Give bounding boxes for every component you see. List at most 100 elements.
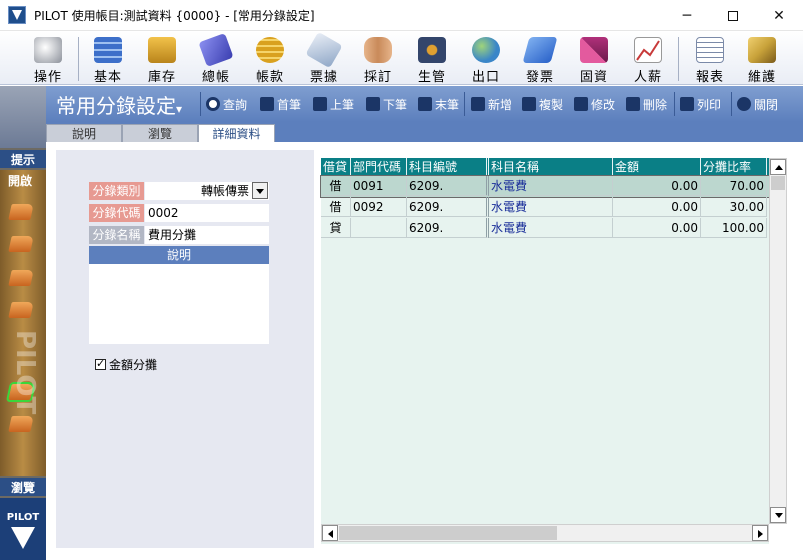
toolbar-item-assets[interactable]: 固資 <box>568 35 620 85</box>
grid-header-cell[interactable]: 部門代碼 <box>351 158 407 176</box>
nav-hint-header[interactable]: 提示 <box>0 150 46 168</box>
cell-account-name[interactable]: 水電費 <box>489 218 613 238</box>
toolbar-item-ledger[interactable]: 總帳 <box>190 32 242 85</box>
prev-record-button[interactable]: 上筆 <box>313 95 354 113</box>
next-record-label: 下筆 <box>383 97 408 112</box>
mouse-icon <box>34 37 62 63</box>
minimize-button[interactable]: ─ <box>664 0 710 31</box>
edit-button[interactable]: 修改 <box>574 95 615 113</box>
scroll-thumb[interactable] <box>339 526 557 540</box>
cell-ratio[interactable]: 100.00 <box>701 218 767 238</box>
cell-account-no[interactable]: 6209. <box>407 218 489 238</box>
tab-details[interactable]: 詳細資料 <box>198 124 275 142</box>
grid-header-cell[interactable]: 科目名稱 <box>489 158 613 176</box>
toolbar-item-export[interactable]: 出口 <box>460 35 512 85</box>
entry-type-select[interactable]: 轉帳傳票 <box>145 182 269 200</box>
description-textarea[interactable] <box>89 264 269 344</box>
table-row[interactable]: 借 0092 6209. 水電費 0.00 30.00 <box>321 197 769 218</box>
app-logo-icon <box>8 6 26 24</box>
scroll-down-icon[interactable] <box>770 507 786 523</box>
grid-header-cell[interactable]: 分攤比率 <box>701 158 767 176</box>
entry-name-field[interactable]: 費用分攤 <box>145 226 269 244</box>
print-button[interactable]: 列印 <box>680 95 721 113</box>
entry-code-field[interactable]: 0002 <box>145 204 269 222</box>
folder-icon[interactable] <box>8 204 34 220</box>
close-module-button[interactable]: 關閉 <box>737 95 778 113</box>
cell-dept-code[interactable]: 0091 <box>351 176 407 196</box>
toolbar-item-label: 總帳 <box>201 70 230 85</box>
cell-ratio[interactable]: 70.00 <box>701 176 767 196</box>
toolbar-item-inventory[interactable]: 庫存 <box>136 35 188 85</box>
vertical-scrollbar[interactable] <box>769 158 787 524</box>
toolbar-item-maintenance[interactable]: 維護 <box>736 35 788 85</box>
cell-debit-credit[interactable]: 借 <box>321 176 351 196</box>
table-row[interactable]: 貸 6209. 水電費 0.00 100.00 <box>321 218 769 239</box>
delete-button[interactable]: 刪除 <box>626 95 667 113</box>
folder-icon[interactable] <box>8 236 34 252</box>
last-record-button[interactable]: 末筆 <box>418 95 459 113</box>
horizontal-scrollbar[interactable] <box>321 524 769 542</box>
toolbar-item-operation[interactable]: 操作 <box>22 35 74 85</box>
folder-icon[interactable] <box>8 416 34 432</box>
toolbar-item-label: 生管 <box>417 70 446 85</box>
toolbar-item-purchase[interactable]: 採訂 <box>352 35 404 85</box>
brand-text: PILOT <box>6 512 40 523</box>
cell-amount[interactable]: 0.00 <box>613 197 701 217</box>
close-module-label: 關閉 <box>754 97 779 112</box>
window-title: PILOT 使用帳目:測試資料 {0000} - [常用分錄設定] <box>34 8 315 23</box>
toolbar-item-label: 出口 <box>471 70 500 85</box>
cell-account-name[interactable]: 水電費 <box>489 197 613 217</box>
toolbar-item-production[interactable]: 生管 <box>406 35 458 85</box>
main-toolbar: 操作 基本 庫存 總帳 帳款 票據 採訂 生管 出口 發票 固資 人薪 報表 維… <box>0 31 803 85</box>
form-panel: 分錄類別 轉帳傳票 分錄代碼 0002 分錄名稱 費用分攤 說明 金額分攤 <box>56 150 314 548</box>
cell-account-no[interactable]: 6209. <box>407 176 489 196</box>
nav-browse-header[interactable]: 瀏覽 <box>0 478 46 496</box>
chart-bars-icon <box>580 37 608 63</box>
chevron-down-icon[interactable] <box>252 182 268 199</box>
toolbar-item-notes[interactable]: 票據 <box>298 31 350 85</box>
brand-logo: PILOT <box>0 498 46 560</box>
cell-debit-credit[interactable]: 借 <box>321 197 351 217</box>
toolbar-item-reports[interactable]: 報表 <box>684 35 736 85</box>
toolbar-item-invoice[interactable]: 發票 <box>514 35 566 85</box>
cell-account-name[interactable]: 水電費 <box>489 176 613 196</box>
toolbar-item-accounts[interactable]: 帳款 <box>244 35 296 85</box>
toolbar-item-payroll[interactable]: 人薪 <box>622 35 674 85</box>
cell-dept-code[interactable] <box>351 218 407 238</box>
first-record-button[interactable]: 首筆 <box>260 95 301 113</box>
toolbar-item-basic[interactable]: 基本 <box>82 35 134 85</box>
globe-icon <box>472 37 500 63</box>
next-record-button[interactable]: 下筆 <box>366 95 407 113</box>
scroll-right-icon[interactable] <box>752 525 768 541</box>
folder-icon[interactable] <box>8 270 34 286</box>
amount-split-checkbox[interactable]: 金額分攤 <box>95 356 157 373</box>
nav-watermark: PILOT <box>10 330 40 415</box>
close-window-button[interactable]: ✕ <box>756 0 802 31</box>
folder-icon[interactable] <box>8 302 34 318</box>
grid-header-cell[interactable]: 借貸 <box>321 158 351 176</box>
tab-description[interactable]: 說明 <box>46 124 122 142</box>
grid-header-cell[interactable]: 科目編號 <box>407 158 489 176</box>
cell-debit-credit[interactable]: 貸 <box>321 218 351 238</box>
toolbar-item-label: 固資 <box>579 70 608 85</box>
table-row[interactable]: 借 0091 6209. 水電費 0.00 70.00 <box>320 175 770 198</box>
toolbar-item-label: 票據 <box>309 70 338 85</box>
module-title[interactable]: 常用分錄設定▾ <box>56 90 182 119</box>
cell-amount[interactable]: 0.00 <box>613 218 701 238</box>
add-button[interactable]: 新增 <box>471 95 512 113</box>
maximize-button[interactable] <box>710 0 756 31</box>
gear-icon <box>418 37 446 63</box>
cell-ratio[interactable]: 30.00 <box>701 197 767 217</box>
cell-account-no[interactable]: 6209. <box>407 197 489 217</box>
query-button[interactable]: 查詢 <box>206 95 247 113</box>
copy-button[interactable]: 複製 <box>522 95 563 113</box>
cell-amount[interactable]: 0.00 <box>613 176 701 196</box>
grid-header-cell[interactable]: 金額 <box>613 158 701 176</box>
box-icon <box>148 37 176 63</box>
scroll-left-icon[interactable] <box>322 525 338 541</box>
scroll-thumb[interactable] <box>771 176 785 190</box>
tab-browse[interactable]: 瀏覽 <box>122 124 198 142</box>
scroll-up-icon[interactable] <box>770 159 786 175</box>
toolbar-separator <box>78 37 79 81</box>
cell-dept-code[interactable]: 0092 <box>351 197 407 217</box>
